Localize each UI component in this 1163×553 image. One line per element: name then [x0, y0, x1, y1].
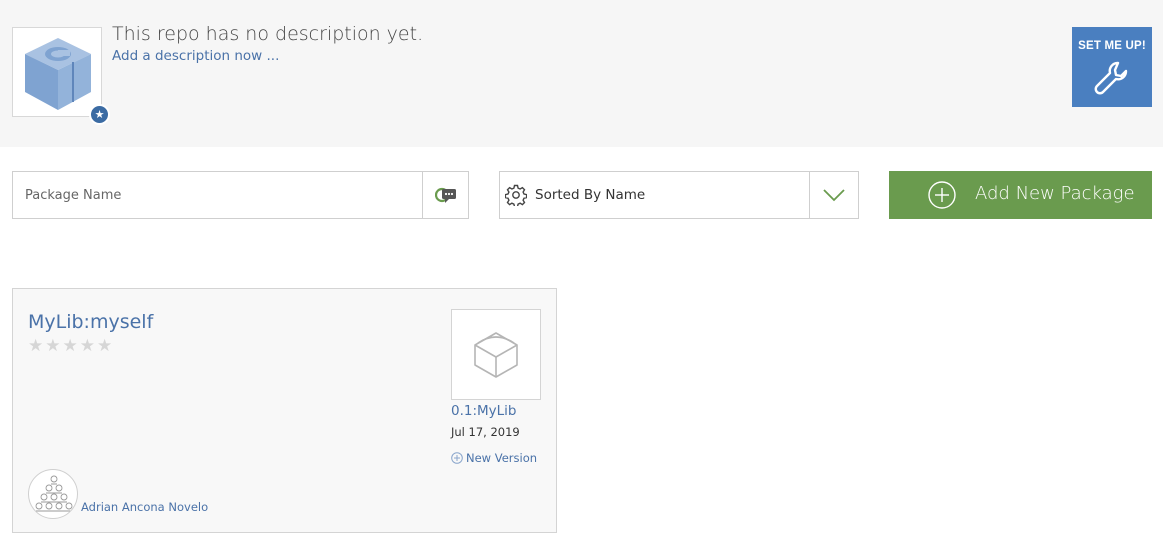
set-me-up-button[interactable]: SET ME UP! — [1072, 27, 1152, 107]
add-description-link[interactable]: Add a description now ... — [112, 48, 279, 64]
package-box-icon — [474, 332, 518, 378]
new-version-link[interactable]: New Version — [451, 451, 537, 465]
filter-chat-icon — [434, 187, 456, 203]
rating-stars[interactable]: ★★★★★ — [28, 336, 114, 356]
search-button[interactable] — [422, 172, 468, 218]
star-icon[interactable]: ★ — [80, 336, 97, 356]
new-version-label: New Version — [466, 451, 538, 465]
repo-header: ★ This repo has no description yet. Add … — [0, 0, 1163, 147]
set-me-up-label: SET ME UP! — [1078, 40, 1146, 52]
star-icon[interactable]: ★ — [28, 336, 45, 356]
starred-badge-icon[interactable]: ★ — [89, 104, 110, 125]
version-thumbnail[interactable] — [451, 309, 541, 400]
owner-name-link[interactable]: Adrian Ancona Novelo — [81, 500, 208, 514]
sort-toggle[interactable] — [809, 172, 858, 218]
package-name-input[interactable] — [13, 172, 422, 218]
identicon-avatar — [35, 475, 73, 512]
sort-label: Sorted By Name — [535, 187, 646, 203]
package-card: MyLib:myself ★★★★★ 0.1:MyLib Jul 17, 201… — [12, 288, 557, 533]
wrench-icon — [1094, 61, 1128, 95]
add-new-package-button[interactable]: Add New Package — [889, 171, 1152, 219]
plus-circle-icon — [928, 181, 956, 209]
add-new-package-label: Add New Package — [975, 183, 1135, 204]
repo-description: This repo has no description yet. — [112, 23, 424, 45]
owner-avatar[interactable] — [28, 469, 78, 519]
gear-icon — [505, 184, 527, 206]
latest-version-link[interactable]: 0.1:MyLib — [451, 403, 517, 419]
sort-dropdown[interactable]: Sorted By Name — [499, 171, 859, 219]
chevron-down-icon — [823, 189, 845, 202]
repo-logo — [12, 27, 102, 117]
conan-cube-icon — [25, 38, 91, 110]
star-icon[interactable]: ★ — [97, 336, 114, 356]
star-icon[interactable]: ★ — [63, 336, 80, 356]
plus-circle-icon — [451, 452, 463, 464]
package-name-link[interactable]: MyLib:myself — [28, 311, 153, 333]
version-date: Jul 17, 2019 — [451, 425, 520, 439]
package-search — [12, 171, 469, 219]
star-icon[interactable]: ★ — [45, 336, 62, 356]
